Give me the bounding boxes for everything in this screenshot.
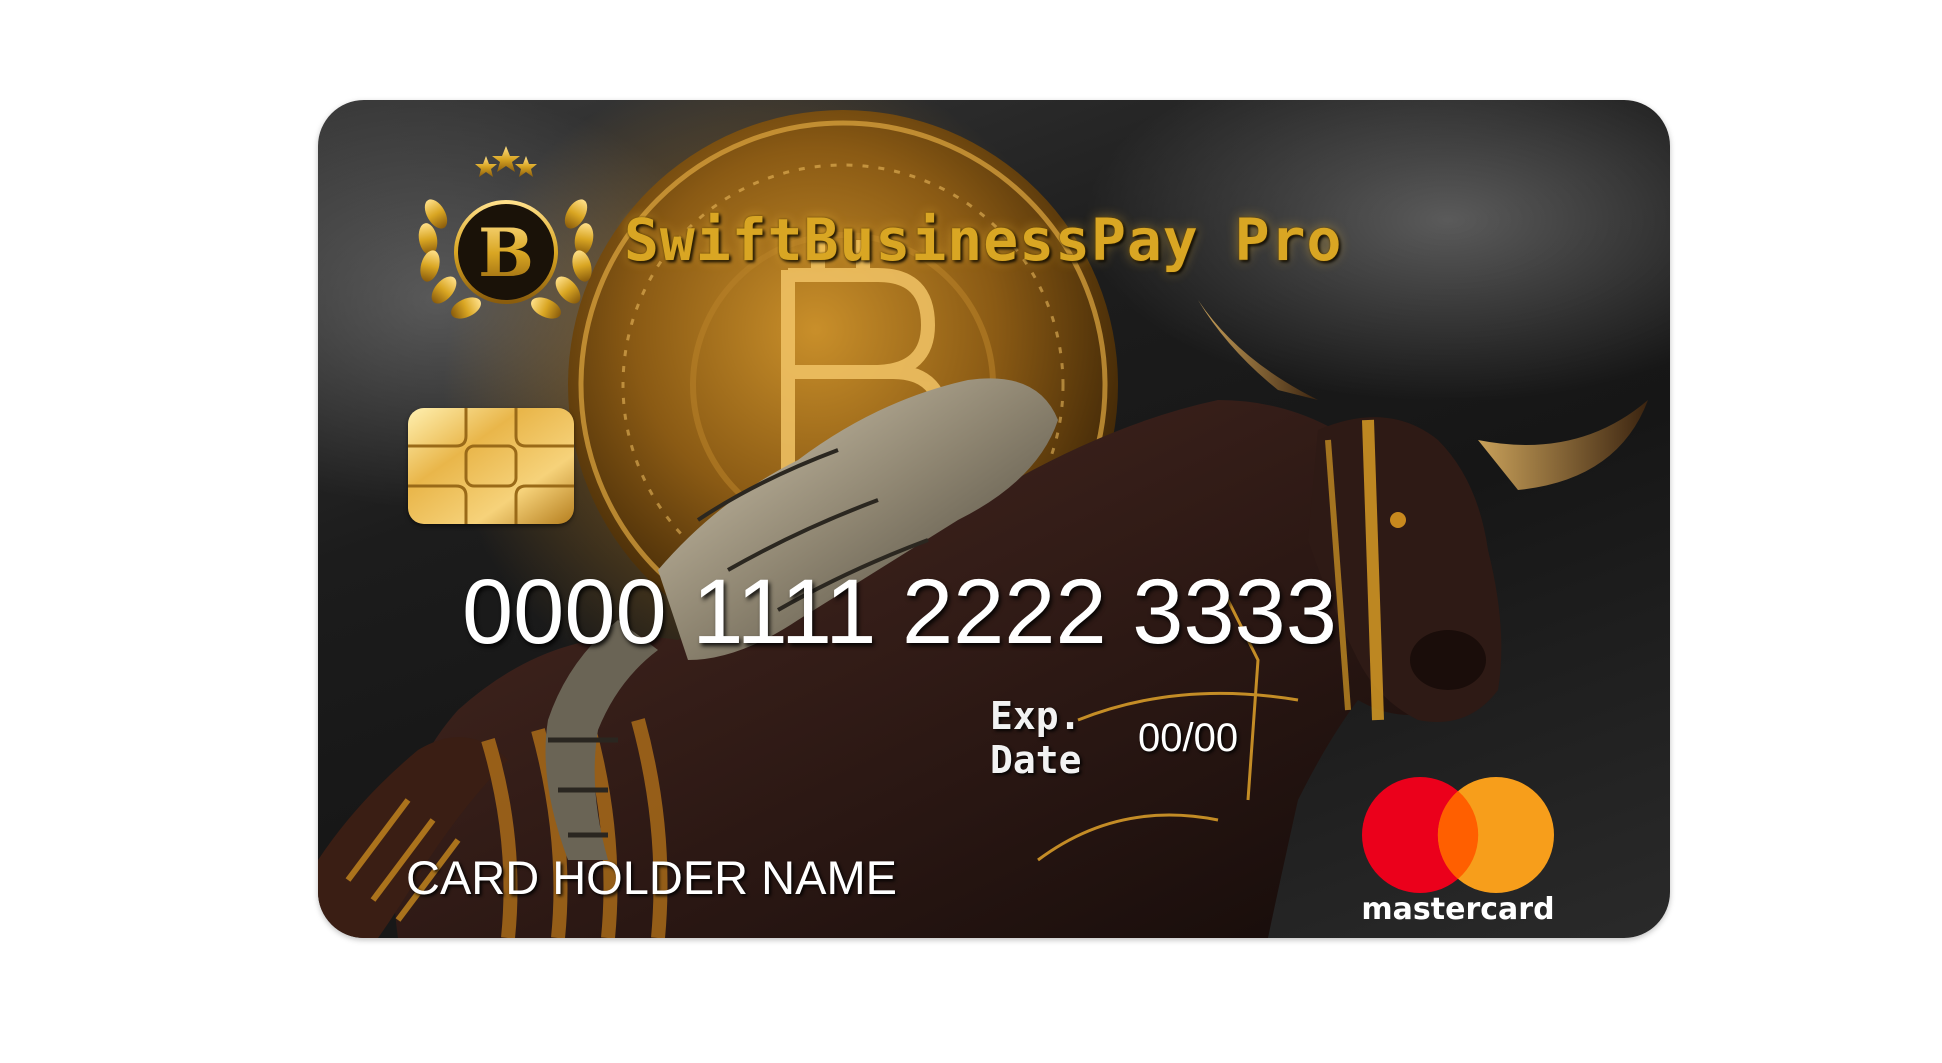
- mastercard-wordmark: mastercard: [1361, 892, 1555, 927]
- star-icon: [492, 146, 520, 172]
- card-image-canvas: B SwiftBusinessPay Pro 0000 1111 2222 33…: [0, 0, 1942, 1063]
- expiry-label: Exp. Date: [990, 694, 1130, 782]
- emblem-letter: B: [478, 214, 534, 292]
- mastercard-circles-icon: [1362, 777, 1554, 893]
- expiry-label-line1: Exp.: [990, 694, 1082, 738]
- card-number: 0000 1111 2222 3333: [462, 561, 1337, 663]
- expiry-date: 00/00: [1138, 716, 1239, 760]
- credit-card: B SwiftBusinessPay Pro 0000 1111 2222 33…: [318, 100, 1670, 938]
- mastercard-logo: mastercard: [1360, 776, 1556, 932]
- star-icon: [515, 156, 537, 177]
- emv-chip-icon: [408, 408, 574, 524]
- star-icon: [475, 156, 497, 177]
- card-holder-name: CARD HOLDER NAME: [406, 851, 897, 904]
- card-brand-name: SwiftBusinessPay Pro: [624, 206, 1343, 274]
- expiry-label-line2: Date: [990, 738, 1082, 782]
- bitcoin-laurel-emblem-icon: B: [418, 146, 594, 319]
